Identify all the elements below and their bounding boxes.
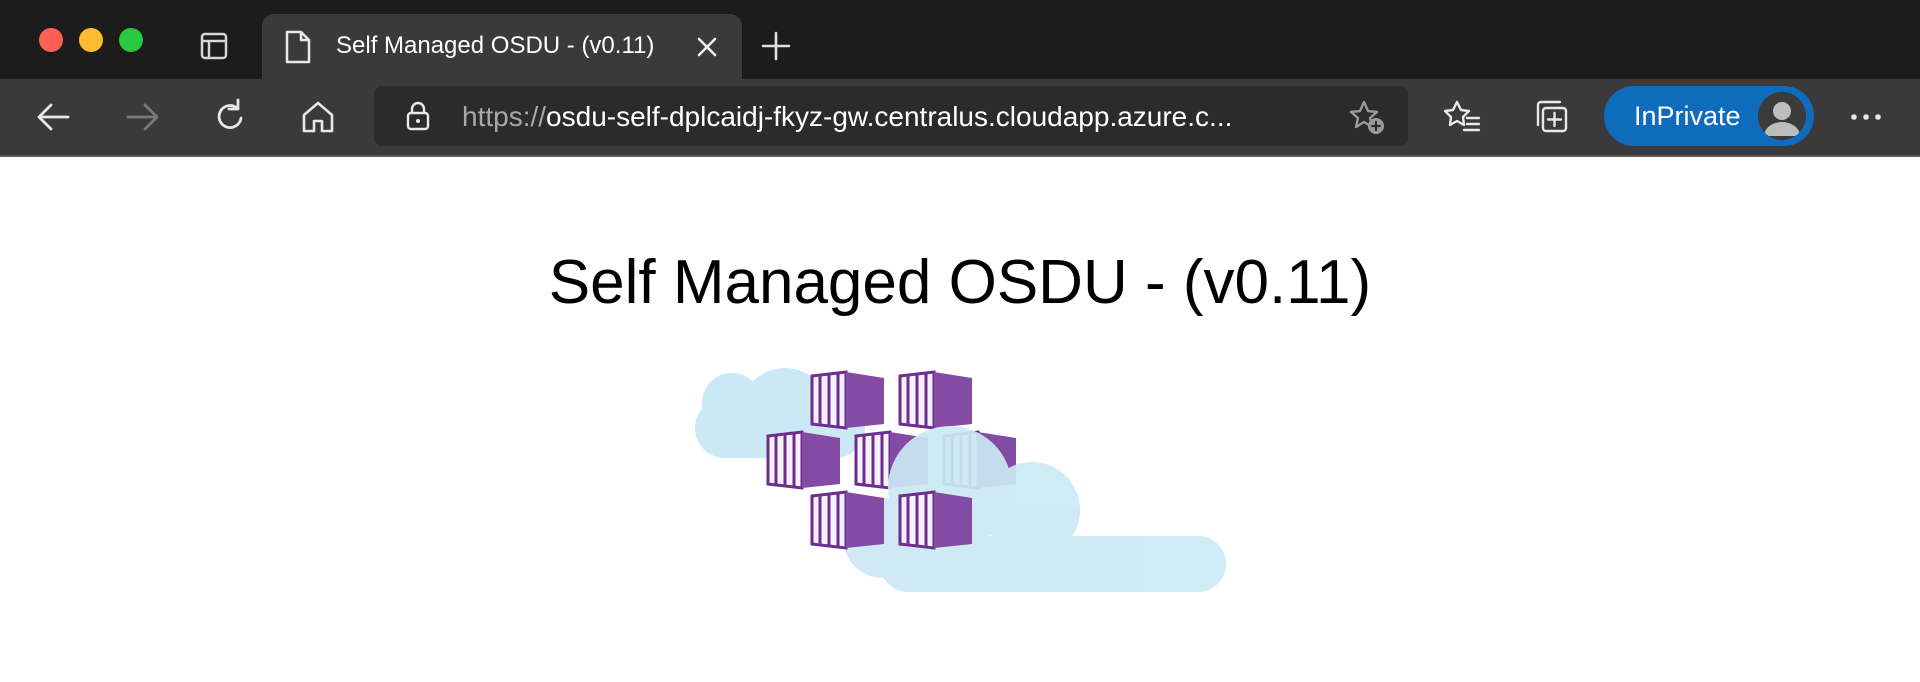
url-scheme: https:// xyxy=(462,101,547,132)
add-favorite-icon[interactable] xyxy=(1348,98,1386,136)
address-bar[interactable]: https://osdu-self-dplcaidj-fkyz-gw.centr… xyxy=(374,86,1408,146)
close-window-button[interactable] xyxy=(39,28,63,52)
forward-icon[interactable] xyxy=(122,97,162,137)
more-options-icon[interactable] xyxy=(1846,97,1886,137)
azure-kubernetes-logo-icon xyxy=(690,338,1230,598)
page-icon xyxy=(284,30,312,64)
toolbar-divider xyxy=(0,155,1920,157)
inprivate-label: InPrivate xyxy=(1634,101,1741,131)
active-tab[interactable]: Self Managed OSDU - (v0.11) xyxy=(262,14,742,81)
page-title: Self Managed OSDU - (v0.11) xyxy=(548,248,1372,317)
url-text[interactable]: https://osdu-self-dplcaidj-fkyz-gw.centr… xyxy=(462,101,1282,133)
close-icon[interactable] xyxy=(694,34,720,60)
url-host: osdu-self-dplcaidj-fkyz-gw.centralus.clo… xyxy=(546,101,1233,132)
inprivate-profile-button[interactable]: InPrivate xyxy=(1604,86,1814,146)
zoom-window-button[interactable] xyxy=(119,28,143,52)
back-icon[interactable] xyxy=(34,97,74,137)
home-icon[interactable] xyxy=(298,97,338,137)
tab-title: Self Managed OSDU - (v0.11) xyxy=(336,32,655,59)
avatar xyxy=(1758,92,1806,140)
refresh-icon[interactable] xyxy=(210,97,250,137)
collections-icon[interactable] xyxy=(1532,97,1572,137)
tab-strip: Self Managed OSDU - (v0.11) xyxy=(0,0,1920,81)
minimize-window-button[interactable] xyxy=(79,28,103,52)
tab-actions-icon[interactable] xyxy=(196,28,232,64)
new-tab-icon[interactable] xyxy=(760,30,792,62)
lock-icon[interactable] xyxy=(404,100,432,132)
favorites-icon[interactable] xyxy=(1442,97,1482,137)
